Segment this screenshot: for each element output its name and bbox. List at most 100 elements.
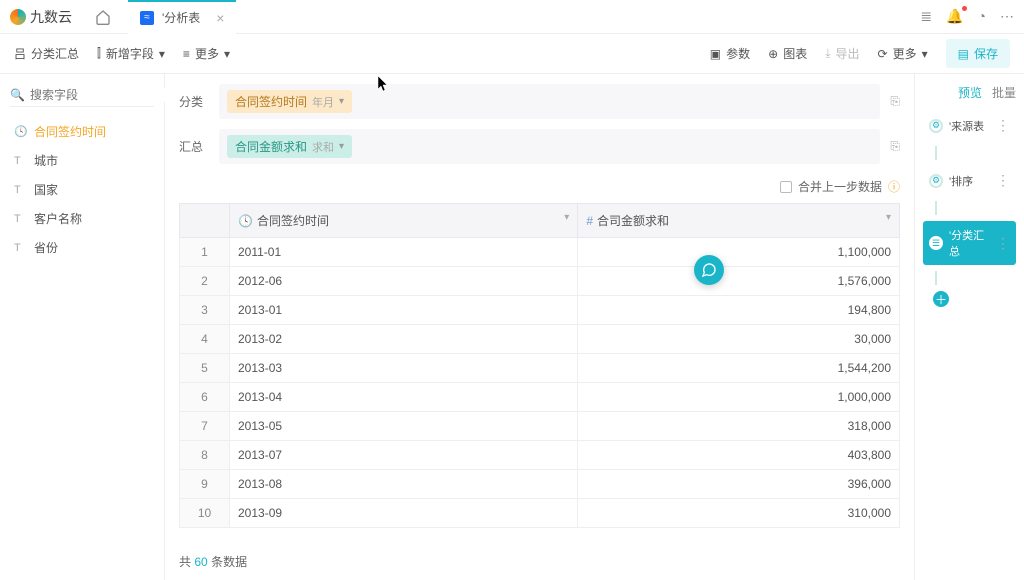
save-button[interactable]: ▤ 保存 [946,39,1010,68]
col-rownum[interactable] [180,204,230,238]
caret-down-icon: ▾ [224,47,230,61]
aggregate-dropzone[interactable]: 合同金额求和 求和 ▾ [219,129,880,164]
help-fab[interactable] [694,255,724,285]
save-icon: ▤ [958,47,969,61]
active-tab[interactable]: ≈ '分析表 × [128,0,236,34]
field-item[interactable]: T城市 [0,146,164,175]
export-icon: ⤓ [825,46,830,61]
tab-preview[interactable]: 预览 [958,84,982,101]
cell-value: 1,576,000 [578,267,900,296]
row-number: 10 [180,499,230,528]
step-item[interactable]: ⚙'排序⋮ [923,166,1016,195]
col-date[interactable]: 🕓合同签约时间▾ [230,204,578,238]
step-menu-button[interactable]: ⋮ [996,172,1010,189]
calendar-icon: 🕓 [238,214,253,228]
search-input[interactable] [30,88,185,102]
cell-date: 2011-01 [230,238,578,267]
table-row[interactable]: 102013-09310,000 [180,499,900,528]
field-item[interactable]: 🕓合同签约时间 [0,117,164,146]
step-label: '分类汇总 [949,227,990,259]
steps-rail: 预览 批量 ⚙'来源表⋮⚙ '排序 ⋮ ☰ '分类汇总 ⋮ ＋ [914,74,1024,580]
cell-date: 2013-09 [230,499,578,528]
cell-value: 1,544,200 [578,354,900,383]
list-icon[interactable]: ≣ [920,8,932,25]
more-button[interactable]: ≡ 更多 ▾ [183,45,230,62]
step-label: '排序 [949,173,990,189]
field-label: 客户名称 [34,210,82,227]
table-row[interactable]: 92013-08396,000 [180,470,900,499]
table-row[interactable]: 52013-031,544,200 [180,354,900,383]
aggregate-label: 汇总 [179,138,219,155]
cell-date: 2013-05 [230,412,578,441]
bell-icon[interactable]: 🔔 [946,8,963,25]
table-row[interactable]: 22012-061,576,000 [180,267,900,296]
cell-value: 194,800 [578,296,900,325]
caret-down-icon[interactable]: ▾ [564,212,569,223]
text-icon: T [14,155,26,167]
refresh-icon: ⟳ [878,47,888,61]
table-row[interactable]: 32013-01194,800 [180,296,900,325]
merge-checkbox[interactable] [780,181,792,193]
table-row[interactable]: 72013-05318,000 [180,412,900,441]
hash-icon: # [586,214,593,228]
table-row[interactable]: 12011-011,100,000 [180,238,900,267]
menu-icon[interactable]: ⋯ [1000,8,1014,25]
tab-close-button[interactable]: × [216,10,224,26]
cell-date: 2013-07 [230,441,578,470]
add-field-button[interactable]: ⫿ 新增字段 ▾ [97,45,165,62]
help-icon[interactable]: ⓘ [888,178,900,195]
tab-batch[interactable]: 批量 [992,84,1016,101]
chart-button[interactable]: ⊕ 图表 [768,45,807,62]
caret-down-icon: ▾ [922,47,928,61]
cell-date: 2013-02 [230,325,578,354]
home-button[interactable] [90,4,116,30]
caret-down-icon[interactable]: ▾ [886,212,891,223]
step-dot-icon: ☰ [929,236,943,250]
step-item[interactable]: ⚙'来源表⋮ [923,111,1016,140]
copy-icon[interactable]: ⎘ [890,94,900,109]
group-pill[interactable]: 合同签约时间 年月 ▾ [227,90,352,113]
cell-value: 396,000 [578,470,900,499]
field-item[interactable]: T国家 [0,175,164,204]
app-logo: 九数云 [10,7,72,27]
group-summary-button[interactable]: 吕 分类汇总 [14,45,79,62]
field-item[interactable]: T省份 [0,233,164,262]
cell-date: 2013-08 [230,470,578,499]
more2-button[interactable]: ⟳ 更多 ▾ [878,45,928,62]
caret-down-icon: ▾ [339,96,344,107]
tab-icon: ≈ [140,11,154,25]
cell-date: 2013-03 [230,354,578,383]
row-number: 3 [180,296,230,325]
merge-row: 合并上一步数据 ⓘ [165,174,914,203]
step-connector [935,271,937,285]
fields-sidebar: 🔍 🕓合同签约时间T城市T国家T客户名称T省份 [0,74,165,580]
table-row[interactable]: 62013-041,000,000 [180,383,900,412]
table-row[interactable]: 42013-0230,000 [180,325,900,354]
step-menu-button[interactable]: ⋮ [996,117,1010,134]
row-number: 2 [180,267,230,296]
params-button[interactable]: ▣ 参数 [710,45,750,62]
copy-icon[interactable]: ⎘ [890,139,900,154]
row-number: 6 [180,383,230,412]
step-menu-button[interactable]: ⋮ [996,235,1010,252]
field-item[interactable]: T客户名称 [0,204,164,233]
timer-icon[interactable]: ◔ [978,8,986,25]
group-by-dropzone[interactable]: 合同签约时间 年月 ▾ [219,84,880,119]
logo-text: 九数云 [30,7,72,27]
aggregate-pill[interactable]: 合同金额求和 求和 ▾ [227,135,352,158]
col-value[interactable]: #合司金额求和▾ [578,204,900,238]
cell-date: 2012-06 [230,267,578,296]
row-number: 5 [180,354,230,383]
cell-date: 2013-04 [230,383,578,412]
table-row[interactable]: 82013-07403,800 [180,441,900,470]
row-number: 1 [180,238,230,267]
tab-title: '分析表 [162,9,200,26]
step-dot-icon: ⚙ [929,119,943,133]
cell-value: 318,000 [578,412,900,441]
add-step-button[interactable]: ＋ [933,291,949,307]
step-connector [935,201,937,215]
row-number: 8 [180,441,230,470]
params-icon: ▣ [710,47,721,61]
center-panel: 分类 合同签约时间 年月 ▾ ⎘ 汇总 合同金额求和 求和 ▾ [165,74,914,580]
step-item[interactable]: ☰ '分类汇总 ⋮ [923,221,1016,265]
